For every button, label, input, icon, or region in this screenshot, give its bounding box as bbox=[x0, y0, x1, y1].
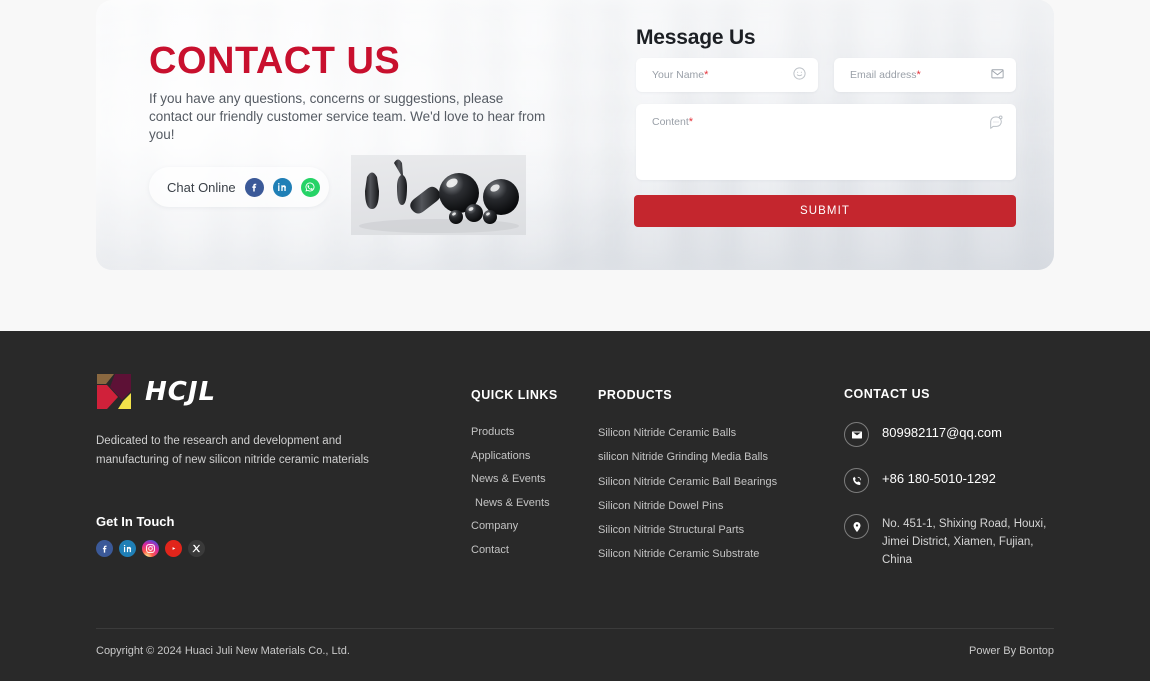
site-footer: HCJL Dedicated to the research and devel… bbox=[0, 331, 1150, 681]
product-link-ceramic-ball-bearings[interactable]: Silicon Nitride Ceramic Ball Bearings bbox=[598, 470, 777, 494]
footer-divider bbox=[96, 628, 1054, 629]
product-link-structural-parts[interactable]: Silicon Nitride Structural Parts bbox=[598, 518, 777, 542]
envelope-icon bbox=[844, 422, 869, 447]
contact-address-text: No. 451-1, Shixing Road, Houxi, Jimei Di… bbox=[882, 518, 1047, 566]
quick-link-news-events[interactable]: News & Events bbox=[471, 468, 550, 492]
linkedin-icon[interactable] bbox=[119, 540, 136, 557]
contact-phone-row[interactable]: +86 180-5010-1292 bbox=[844, 467, 1059, 493]
contact-email-row[interactable]: 809982117@qq.com bbox=[844, 421, 1059, 447]
quick-links-list: Products Applications News & Events News… bbox=[471, 421, 550, 562]
quick-link-products[interactable]: Products bbox=[471, 421, 550, 445]
quick-link-applications[interactable]: Applications bbox=[471, 445, 550, 469]
smiley-icon bbox=[792, 58, 818, 81]
submit-button[interactable]: SUBMIT bbox=[634, 195, 1016, 227]
product-link-ceramic-balls[interactable]: Silicon Nitride Ceramic Balls bbox=[598, 421, 777, 445]
footer-logo-text: HCJL bbox=[145, 377, 217, 407]
product-link-ceramic-substrate[interactable]: Silicon Nitride Ceramic Substrate bbox=[598, 542, 777, 566]
chat-online-pill[interactable]: Chat Online bbox=[149, 167, 329, 207]
page-root: CONTACT US If you have any questions, co… bbox=[0, 0, 1150, 681]
linkedin-icon[interactable] bbox=[272, 177, 292, 197]
whatsapp-icon[interactable] bbox=[300, 177, 320, 197]
contact-email-text: 809982117@qq.com bbox=[882, 425, 1002, 440]
chat-bubble-icon bbox=[988, 104, 1016, 130]
envelope-icon bbox=[990, 58, 1016, 81]
get-in-touch-heading: Get In Touch bbox=[96, 514, 175, 529]
content-field[interactable]: Content* bbox=[636, 104, 1016, 180]
footer-contact-heading: CONTACT US bbox=[844, 387, 931, 401]
phone-icon bbox=[844, 468, 869, 493]
powered-by-text: Power By Bontop bbox=[969, 645, 1054, 657]
quick-link-news-events-2[interactable]: News & Events bbox=[471, 492, 550, 516]
facebook-icon[interactable] bbox=[96, 540, 113, 557]
footer-contact-list: 809982117@qq.com +86 180-5010-1292 No. 4… bbox=[844, 421, 1059, 589]
products-list: Silicon Nitride Ceramic Balls silicon Ni… bbox=[598, 421, 777, 567]
page-title: CONTACT US bbox=[149, 40, 401, 82]
quick-link-company[interactable]: Company bbox=[471, 515, 550, 539]
quick-links-heading: QUICK LINKS bbox=[471, 388, 558, 402]
email-address-field[interactable]: Email address* bbox=[834, 58, 1016, 92]
product-link-dowel-pins[interactable]: Silicon Nitride Dowel Pins bbox=[598, 494, 777, 518]
contact-card: CONTACT US If you have any questions, co… bbox=[96, 0, 1054, 270]
content-placeholder: Content* bbox=[652, 116, 694, 128]
quick-link-contact[interactable]: Contact bbox=[471, 539, 550, 563]
instagram-icon[interactable] bbox=[142, 540, 159, 557]
chat-online-label: Chat Online bbox=[167, 179, 236, 195]
contact-address-row: No. 451-1, Shixing Road, Houxi, Jimei Di… bbox=[844, 513, 1059, 569]
email-address-placeholder: Email address* bbox=[850, 69, 921, 81]
your-name-field[interactable]: Your Name* bbox=[636, 58, 818, 92]
hcjl-logo-icon bbox=[96, 373, 132, 411]
products-heading: PRODUCTS bbox=[598, 388, 673, 402]
copyright-text: Copyright © 2024 Huaci Juli New Material… bbox=[96, 645, 350, 657]
contact-phone-text: +86 180-5010-1292 bbox=[882, 471, 996, 486]
facebook-icon[interactable] bbox=[244, 177, 264, 197]
product-photo bbox=[351, 155, 526, 235]
youtube-icon[interactable] bbox=[165, 540, 182, 557]
contact-subtitle: If you have any questions, concerns or s… bbox=[149, 91, 546, 142]
footer-description: Dedicated to the research and developmen… bbox=[96, 435, 369, 466]
your-name-placeholder: Your Name* bbox=[652, 69, 709, 81]
product-link-grinding-media-balls[interactable]: silicon Nitride Grinding Media Balls bbox=[598, 445, 777, 469]
footer-logo[interactable]: HCJL bbox=[96, 373, 216, 411]
location-pin-icon bbox=[844, 514, 869, 539]
message-us-title: Message Us bbox=[636, 26, 756, 49]
x-twitter-icon[interactable] bbox=[188, 540, 205, 557]
footer-social-links bbox=[96, 540, 205, 557]
